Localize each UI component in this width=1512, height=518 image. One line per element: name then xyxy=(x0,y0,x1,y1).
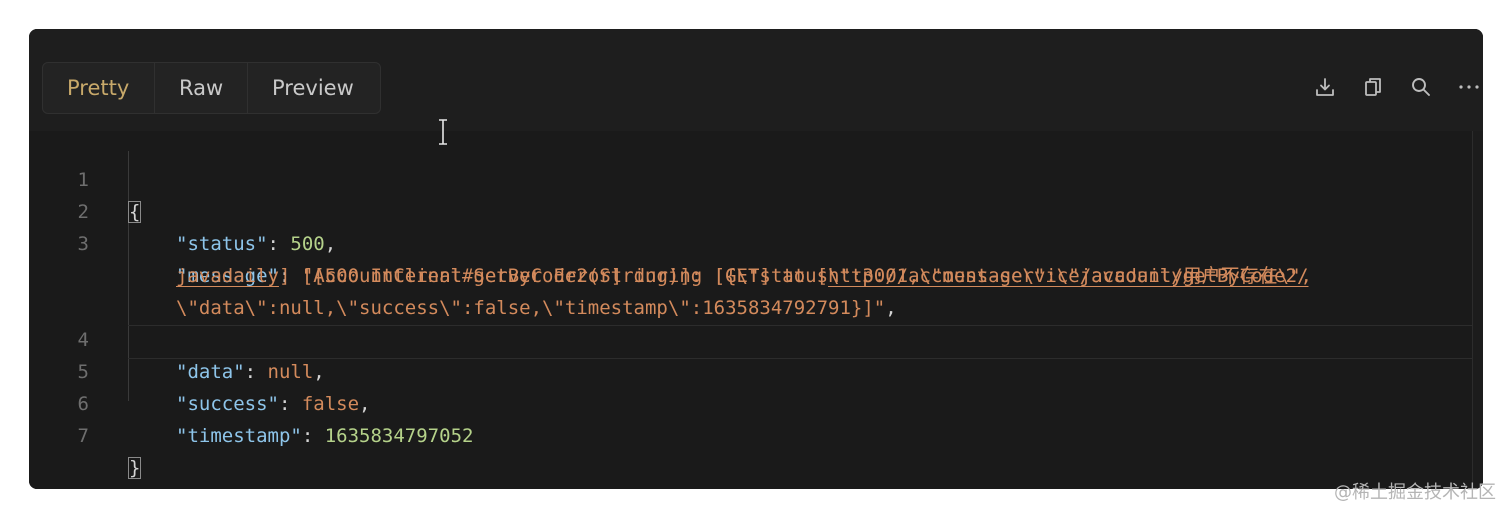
code-line: 7 } xyxy=(29,388,1472,479)
json-editor[interactable]: 1 { 2 "status": 500, 3 "message": "[500 … xyxy=(29,131,1483,489)
response-toolbar: Pretty Raw Preview xyxy=(29,29,1483,131)
response-panel: Pretty Raw Preview 1 {2 "status": 500, … xyxy=(29,29,1483,489)
view-mode-tabs: Pretty Raw Preview xyxy=(42,62,381,114)
code-line: 4 "data": null, xyxy=(29,292,1472,383)
code-line-wrapped: javadaily] [AccountClient#getByCode2(Str… xyxy=(29,228,1472,287)
copy-icon[interactable] xyxy=(1361,75,1385,99)
code-line: 6 "timestamp": 1635834797052 xyxy=(29,356,1472,447)
code-line-wrapped: \"data\":null,\"success\":false,\"timest… xyxy=(176,297,897,319)
close-brace: } xyxy=(128,457,142,479)
text-cursor-icon xyxy=(439,119,447,145)
json-number: 1635834797052 xyxy=(324,425,474,447)
code-line: 1 { xyxy=(29,132,1472,223)
tab-pretty[interactable]: Pretty xyxy=(43,63,155,113)
tab-raw[interactable]: Raw xyxy=(155,63,248,113)
download-icon[interactable] xyxy=(1313,75,1337,99)
code-line: 5 "success": false, xyxy=(29,324,1472,415)
vertical-scrollbar[interactable] xyxy=(1472,131,1483,489)
code-line: 2 "status": 500, xyxy=(29,164,1472,255)
tab-preview[interactable]: Preview xyxy=(248,63,380,113)
toolbar-actions xyxy=(1313,73,1483,101)
code-line: 3 "message": "[500 Internal Server Error… xyxy=(29,196,1472,287)
watermark: @稀土掘金技术社区 xyxy=(1334,482,1496,503)
search-icon[interactable] xyxy=(1409,75,1433,99)
json-key: "timestamp" xyxy=(176,425,302,447)
line-number: 7 xyxy=(77,425,89,447)
more-icon[interactable] xyxy=(1457,75,1481,99)
